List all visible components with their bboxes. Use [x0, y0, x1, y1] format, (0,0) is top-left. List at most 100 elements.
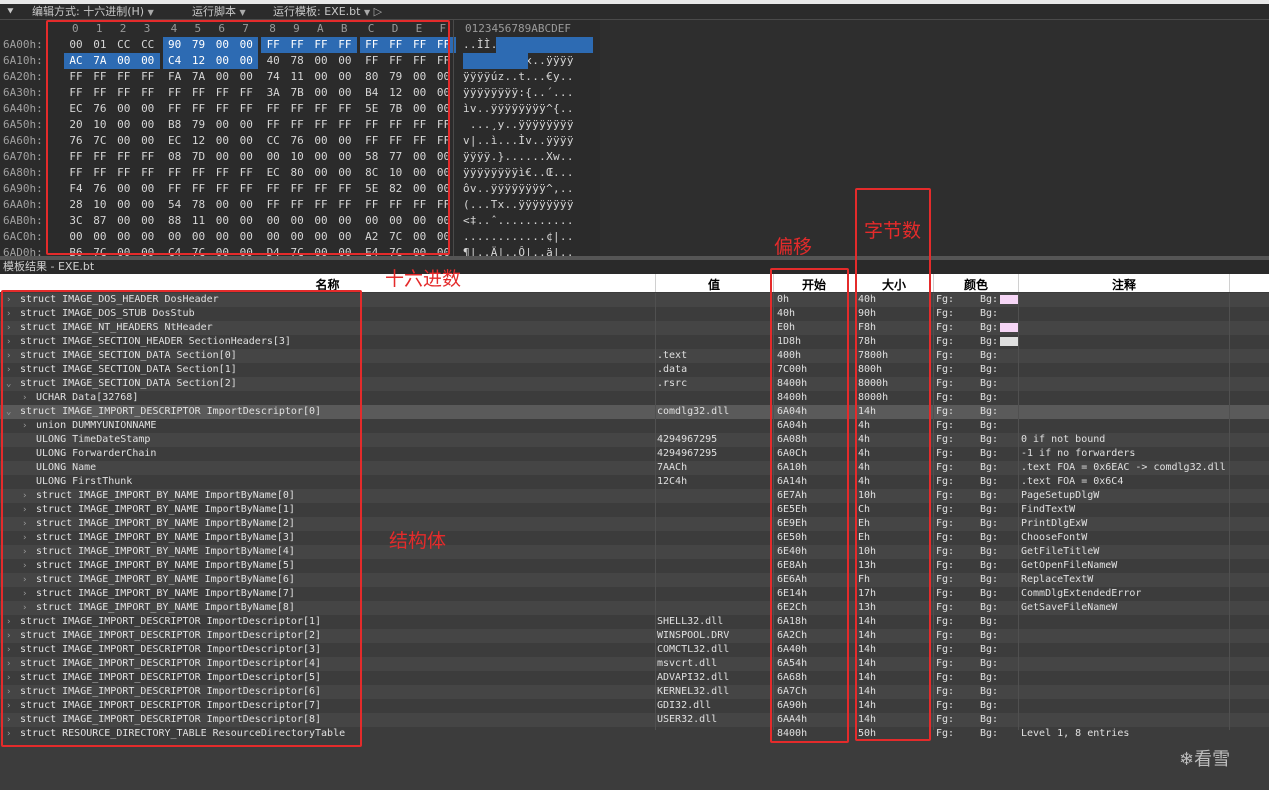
fg-label: Fg:: [936, 294, 955, 305]
fg-label: Fg:: [936, 602, 955, 613]
column-divider: [655, 293, 656, 730]
bg-label: Bg:: [980, 504, 999, 515]
run-template-dropdown[interactable]: 运行模板: EXE.bt ▼ ▷: [273, 4, 382, 21]
bg-label: Bg:: [980, 392, 999, 403]
hex-annotation-box: [46, 20, 450, 255]
fg-label: Fg:: [936, 532, 955, 543]
bg-label: Bg:: [980, 434, 999, 445]
toolbar-collapse-icon[interactable]: ⯆: [6, 4, 15, 20]
struct-annotation-label: 结构体: [389, 530, 447, 552]
offset-annotation-label: 偏移: [774, 236, 813, 258]
bg-label: Bg:: [980, 672, 999, 683]
run-script-dropdown[interactable]: 运行脚本 ▼: [192, 4, 246, 21]
row-value: .text: [657, 350, 688, 361]
fg-label: Fg:: [936, 672, 955, 683]
bg-label: Bg:: [980, 406, 999, 417]
row-value: KERNEL32.dll: [657, 686, 730, 697]
fg-label: Fg:: [936, 476, 955, 487]
play-icon[interactable]: ▷: [374, 5, 382, 18]
row-value: msvcrt.dll: [657, 658, 718, 669]
chevron-down-icon: ▼: [363, 8, 371, 17]
bg-label: Bg:: [980, 616, 999, 627]
fg-label: Fg:: [936, 560, 955, 571]
run-script-label: 运行脚本: [192, 5, 236, 18]
row-note: PrintDlgExW: [1021, 518, 1088, 529]
bg-label: Bg:: [980, 574, 999, 585]
fg-label: Fg:: [936, 700, 955, 711]
watermark-text: 看雪: [1194, 749, 1231, 770]
hex-empty-area: [600, 20, 1269, 256]
bg-label: Bg:: [980, 728, 999, 739]
size-annotation-box: [855, 188, 931, 741]
column-header-color[interactable]: 颜色: [934, 276, 1018, 293]
bg-label: Bg:: [980, 602, 999, 613]
hex-annotation-label: 十六进数: [385, 268, 462, 290]
fg-label: Fg:: [936, 350, 955, 361]
column-divider: [1229, 274, 1230, 292]
fg-label: Fg:: [936, 406, 955, 417]
hex-toolbar: ⯆ 编辑方式: 十六进制(H) ▼ 运行脚本 ▼ 运行模板: EXE.bt ▼ …: [0, 4, 1269, 20]
fg-label: Fg:: [936, 518, 955, 529]
row-value: WINSPOOL.DRV: [657, 630, 730, 641]
fg-label: Fg:: [936, 448, 955, 459]
fg-label: Fg:: [936, 490, 955, 501]
row-value: COMCTL32.dll: [657, 644, 730, 655]
row-value: USER32.dll: [657, 714, 718, 725]
row-note: ReplaceTextW: [1021, 574, 1094, 585]
fg-label: Fg:: [936, 574, 955, 585]
chevron-down-icon: ▼: [147, 8, 154, 17]
color-swatch[interactable]: [1000, 295, 1018, 304]
bg-label: Bg:: [980, 518, 999, 529]
row-value: ADVAPI32.dll: [657, 672, 730, 683]
fg-label: Fg:: [936, 462, 955, 473]
bg-label: Bg:: [980, 322, 999, 333]
fg-label: Fg:: [936, 322, 955, 333]
fg-label: Fg:: [936, 378, 955, 389]
color-swatch[interactable]: [1000, 323, 1018, 332]
bg-label: Bg:: [980, 686, 999, 697]
bg-label: Bg:: [980, 462, 999, 473]
row-value: SHELL32.dll: [657, 616, 724, 627]
row-value: GDI32.dll: [657, 700, 712, 711]
row-note: GetOpenFileNameW: [1021, 560, 1118, 571]
bg-label: Bg:: [980, 308, 999, 319]
row-note: FindTextW: [1021, 504, 1076, 515]
fg-label: Fg:: [936, 434, 955, 445]
fg-label: Fg:: [936, 546, 955, 557]
row-note: .text FOA = 0x6EAC -> comdlg32.dll: [1021, 462, 1226, 473]
row-note: PageSetupDlgW: [1021, 490, 1100, 501]
bg-label: Bg:: [980, 364, 999, 375]
fg-label: Fg:: [936, 728, 955, 739]
bg-label: Bg:: [980, 700, 999, 711]
row-note: GetSaveFileNameW: [1021, 602, 1118, 613]
bg-label: Bg:: [980, 490, 999, 501]
fg-label: Fg:: [936, 630, 955, 641]
bg-label: Bg:: [980, 378, 999, 389]
bg-label: Bg:: [980, 532, 999, 543]
column-header-note[interactable]: 注释: [1019, 276, 1229, 293]
bg-label: Bg:: [980, 714, 999, 725]
fg-label: Fg:: [936, 308, 955, 319]
edit-mode-label: 编辑方式: 十六进制(H): [32, 5, 145, 18]
fg-label: Fg:: [936, 714, 955, 725]
fg-label: Fg:: [936, 658, 955, 669]
fg-label: Fg:: [936, 392, 955, 403]
color-swatch[interactable]: [1000, 337, 1018, 346]
column-divider: [1018, 293, 1019, 730]
struct-annotation-box: [1, 290, 362, 747]
row-value: .rsrc: [657, 378, 688, 389]
fg-label: Fg:: [936, 616, 955, 627]
edit-mode-dropdown[interactable]: 编辑方式: 十六进制(H) ▼: [32, 4, 154, 21]
row-value: 4294967295: [657, 434, 718, 445]
fg-label: Fg:: [936, 504, 955, 515]
fg-label: Fg:: [936, 588, 955, 599]
bg-label: Bg:: [980, 560, 999, 571]
row-note: -1 if no forwarders: [1021, 448, 1136, 459]
row-value: 7AACh: [657, 462, 688, 473]
snowflake-icon: ❄: [1179, 749, 1195, 770]
offset-annotation-box: [770, 268, 849, 743]
fg-label: Fg:: [936, 364, 955, 375]
column-header-value[interactable]: 值: [656, 276, 772, 293]
row-note: CommDlgExtendedError: [1021, 588, 1142, 599]
bg-label: Bg:: [980, 420, 999, 431]
